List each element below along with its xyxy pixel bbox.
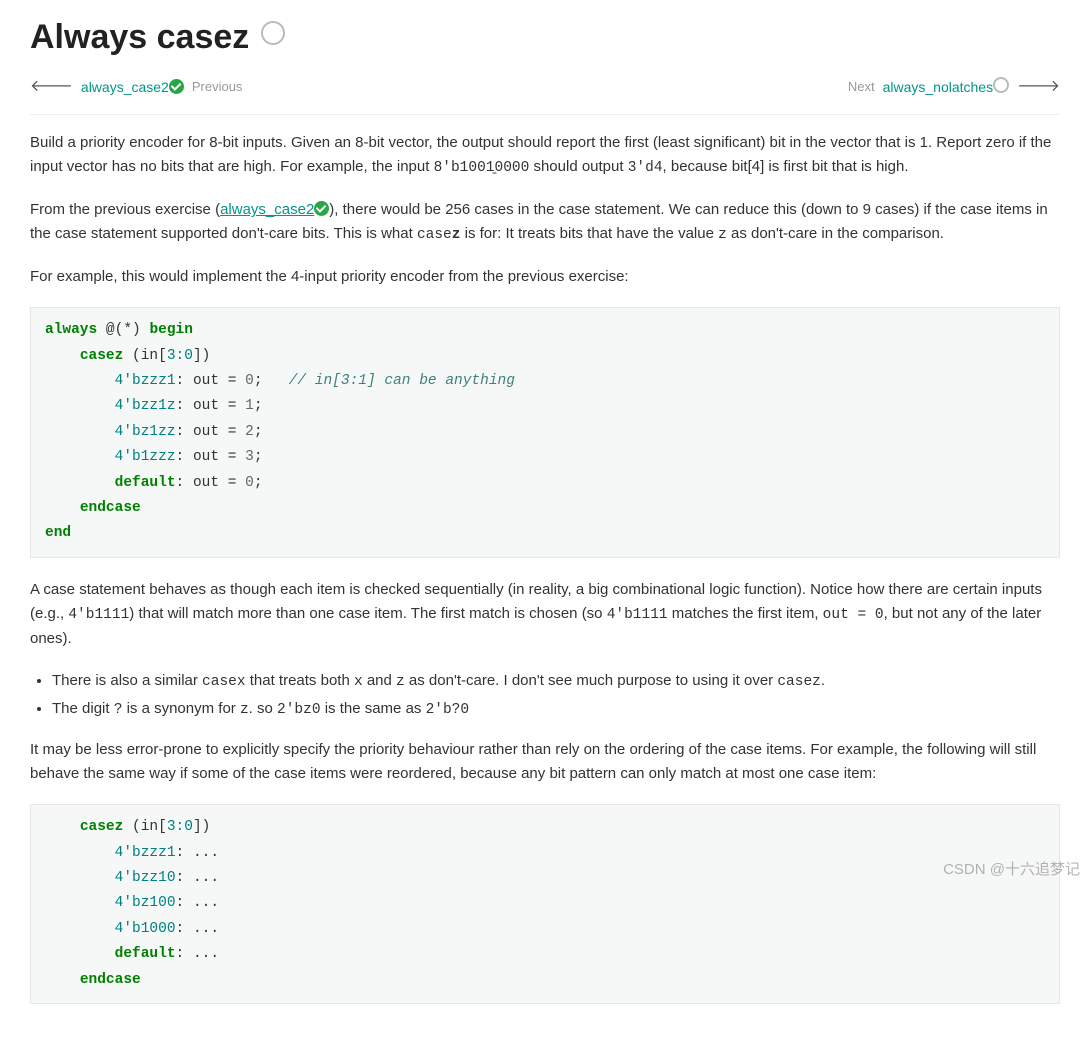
- code-inline: casez: [777, 674, 821, 690]
- prev-label: Previous: [192, 77, 243, 98]
- list-item: The digit ? is a synonym for z. so 2'bz0…: [52, 697, 1060, 722]
- page-title: Always casez: [30, 10, 1060, 64]
- bullet-list: There is also a similar casex that treat…: [52, 669, 1060, 722]
- arrow-left-icon[interactable]: 🡐: [30, 74, 73, 100]
- prev-link[interactable]: always_case2: [81, 76, 184, 98]
- arrow-right-icon[interactable]: 🡒: [1017, 74, 1060, 100]
- nav-bar: 🡐 always_case2 Previous Next always_nola…: [30, 70, 1060, 115]
- code-inline: 4'b1111: [68, 607, 129, 623]
- paragraph-5: It may be less error-prone to explicitly…: [30, 738, 1060, 786]
- code-inline: 2'b?0: [426, 702, 470, 718]
- next-label: Next: [848, 77, 875, 98]
- code-inline: z: [240, 702, 249, 718]
- title-text: Always casez: [30, 18, 249, 56]
- paragraph-1: Build a priority encoder for 8-bit input…: [30, 131, 1060, 180]
- code-inline: z: [396, 674, 405, 690]
- code-inline: z: [718, 227, 727, 243]
- code-inline: 3'd4: [628, 160, 663, 176]
- code-inline: casex: [202, 674, 246, 690]
- check-icon: [169, 79, 184, 94]
- code-inline: casez: [417, 227, 461, 243]
- nav-next-group: Next always_nolatches 🡒: [848, 74, 1060, 100]
- code-inline: out = 0: [823, 607, 884, 623]
- paragraph-3: For example, this would implement the 4-…: [30, 265, 1060, 289]
- status-icon: [261, 21, 285, 45]
- code-inline: 8'b1001̱0000: [434, 160, 530, 176]
- code-inline: x: [354, 674, 363, 690]
- nav-prev-group: 🡐 always_case2 Previous: [30, 74, 242, 100]
- list-item: There is also a similar casex that treat…: [52, 669, 1060, 694]
- code-block-1: always @(*) begin casez (in[3:0]) 4'bzzz…: [30, 307, 1060, 557]
- code-block-2: casez (in[3:0]) 4'bzzz1: ... 4'bzz10: ..…: [30, 804, 1060, 1004]
- watermark: CSDN @十六追梦记: [943, 858, 1080, 882]
- check-icon: [314, 201, 329, 216]
- paragraph-4: A case statement behaves as though each …: [30, 578, 1060, 651]
- next-link[interactable]: always_nolatches: [883, 76, 1010, 98]
- paragraph-2: From the previous exercise (always_case2…: [30, 198, 1060, 247]
- inline-link[interactable]: always_case2: [220, 201, 329, 218]
- code-inline: 4'b1111: [607, 607, 668, 623]
- code-inline: 2'bz0: [277, 702, 321, 718]
- status-icon: [993, 77, 1009, 93]
